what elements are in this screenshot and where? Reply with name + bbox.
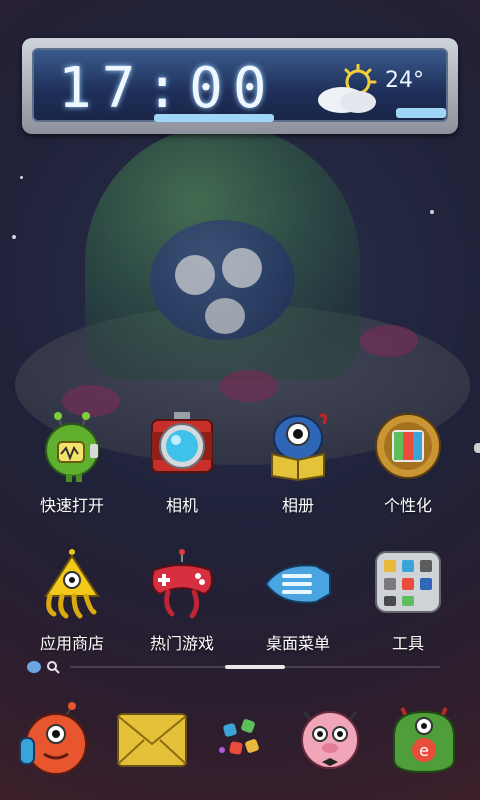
one-eye-monster-book-icon (271, 413, 327, 482)
edge-handle[interactable] (474, 443, 480, 453)
star (20, 176, 23, 179)
app-label: 应用商店 (39, 634, 104, 653)
dock-phone[interactable] (14, 700, 94, 780)
star (12, 235, 16, 239)
app-drawer-icon (219, 719, 259, 755)
app-tools[interactable]: 工具 (353, 548, 463, 654)
widget-screen: 17:00 24° (32, 48, 448, 122)
yellow-squid-icon (44, 549, 100, 619)
app-label: 相册 (281, 496, 314, 515)
app-label: 相机 (165, 496, 198, 515)
envelope-icon (117, 713, 187, 767)
dock-messages[interactable] (112, 700, 192, 780)
sun-cloud-icon (318, 64, 377, 113)
widget-strip (154, 114, 274, 122)
app-label: 快速打开 (39, 496, 104, 515)
app-personalize[interactable]: 个性化 (353, 410, 463, 516)
star (430, 210, 434, 214)
page-indicator-current[interactable] (225, 665, 285, 669)
dock-browser[interactable]: e (384, 700, 464, 780)
toolbox-icon (375, 551, 441, 613)
app-quick-open[interactable]: 快速打开 (17, 410, 127, 516)
phone-monster-icon (19, 702, 87, 775)
widget-strip (396, 108, 446, 118)
browser-monster-icon: e (393, 707, 455, 774)
temperature: 24° (385, 68, 424, 93)
app-camera[interactable]: 相机 (127, 410, 237, 516)
clock-time[interactable]: 17:00 (58, 56, 277, 121)
dock-app-drawer[interactable] (200, 700, 280, 780)
app-hot-games[interactable]: 热门游戏 (127, 548, 237, 654)
gamepad-icon (151, 549, 213, 619)
svg-text:e: e (419, 741, 429, 760)
app-label: 桌面菜单 (265, 634, 330, 653)
search-small-icon[interactable] (46, 660, 60, 674)
personalize-icon (375, 413, 441, 479)
dock-pink-monster[interactable] (290, 700, 370, 780)
app-gallery[interactable]: 相册 (243, 410, 353, 516)
pink-monster-icon (301, 711, 359, 769)
blue-capsule-icon (264, 564, 331, 604)
camera-icon (151, 412, 213, 473)
app-label: 个性化 (383, 496, 432, 515)
bubble-indicator-icon (27, 661, 41, 673)
app-store[interactable]: 应用商店 (17, 548, 127, 654)
app-label: 工具 (391, 634, 424, 653)
clock-weather-widget[interactable]: 17:00 24° (22, 38, 458, 134)
app-desktop-menu[interactable]: 桌面菜单 (243, 548, 353, 654)
green-robot-icon (45, 412, 99, 482)
app-label: 热门游戏 (149, 634, 214, 653)
